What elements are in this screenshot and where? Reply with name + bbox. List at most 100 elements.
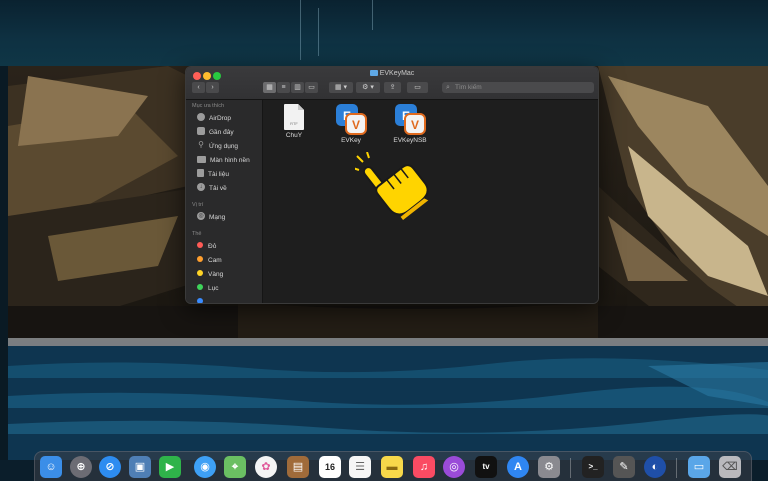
action-menu-button[interactable]: ⚙ ▾ xyxy=(356,82,380,93)
file-extension: RTF xyxy=(290,121,298,126)
sidebar-item-label: Màn hình nền xyxy=(210,157,250,164)
sidebar-item-label: Ứng dụng xyxy=(209,143,239,150)
group-menu-button[interactable]: ▦ ▾ xyxy=(329,82,353,93)
facetime-icon[interactable]: ▶ xyxy=(159,456,181,478)
tags-button[interactable]: ▭ xyxy=(407,82,428,93)
search-placeholder: Tìm kiếm xyxy=(455,84,482,91)
sidebar-item-tag-green[interactable]: Lục xyxy=(197,283,218,294)
svg-text:V: V xyxy=(411,118,419,132)
sidebar-item-network[interactable]: ◎ Mạng xyxy=(197,212,225,223)
sidebar-item-desktop[interactable]: Màn hình nền xyxy=(197,155,250,166)
evkeynsb-app-icon: E V xyxy=(394,103,426,135)
sidebar-item-label: Đỏ xyxy=(208,243,217,250)
sidebar-item-documents[interactable]: Tài liệu xyxy=(197,169,229,180)
sidebar-item-label: Cam xyxy=(208,257,222,264)
launchpad-icon[interactable]: ⊕ xyxy=(70,456,92,478)
evkey-app-icon: E V xyxy=(335,103,367,135)
sidebar-item-applications[interactable]: ⚲ Ứng dụng xyxy=(197,141,238,152)
folder-icon xyxy=(369,70,378,77)
blue-tag-icon xyxy=(197,298,203,303)
apple-tv-icon[interactable]: tv xyxy=(475,456,497,478)
finder-sidebar: Mục ưa thích AirDrop Gần đây ⚲ Ứng dụng M… xyxy=(186,100,263,303)
sidebar-item-recents[interactable]: Gần đây xyxy=(197,127,234,138)
preview-icon[interactable]: ▣ xyxy=(129,456,151,478)
calendar-icon[interactable]: 16 xyxy=(319,456,341,478)
sidebar-header-locations: Vị trí xyxy=(192,202,204,208)
sidebar-item-tag-red[interactable]: Đỏ xyxy=(197,241,216,252)
forward-button[interactable]: › xyxy=(206,82,219,93)
notes-icon[interactable]: ▬ xyxy=(381,456,403,478)
documents-icon xyxy=(197,169,204,178)
sidebar-item-label: Tải về xyxy=(209,185,227,192)
svg-text:V: V xyxy=(352,118,360,132)
downloads-icon: ↓ xyxy=(197,183,205,192)
back-button[interactable]: ‹ xyxy=(192,82,205,93)
dock: ☺ ⊕ ⊘ ▣ ▶ ◉ ⌖ ✿ ▤ 16 ☰ ▬ ♫ ◎ tv A ⚙ >_ ✎… xyxy=(34,451,752,481)
notes-brown-icon[interactable]: ▤ xyxy=(287,456,309,478)
photos-icon[interactable]: ✿ xyxy=(255,456,277,478)
sidebar-item-tag-yellow[interactable]: Vàng xyxy=(197,269,223,280)
sidebar-item-downloads[interactable]: ↓ Tải về xyxy=(197,183,227,194)
file-item-chuy[interactable]: RTF ChuY xyxy=(269,104,319,139)
terminal-icon[interactable]: >_ xyxy=(582,456,604,478)
streak xyxy=(318,8,319,56)
list-view-button[interactable]: ≡ xyxy=(277,82,290,93)
dock-separator xyxy=(570,458,571,478)
gallery-view-button[interactable]: ▭ xyxy=(305,82,318,93)
column-view-button[interactable]: ▥ xyxy=(291,82,304,93)
sidebar-item-airdrop[interactable]: AirDrop xyxy=(197,113,231,124)
calendar-day: 16 xyxy=(324,462,335,472)
script-editor-icon[interactable]: ✎ xyxy=(613,456,635,478)
downloads-folder-icon[interactable]: ▭ xyxy=(688,456,710,478)
applications-icon: ⚲ xyxy=(198,140,204,150)
sidebar-item-label: Tài liệu xyxy=(208,171,229,178)
search-input[interactable]: ⌕ Tìm kiếm xyxy=(442,82,594,93)
sidebar-item-label: Vàng xyxy=(208,271,224,278)
red-tag-icon xyxy=(197,242,203,249)
system-preferences-icon[interactable]: ⚙ xyxy=(538,456,560,478)
desktop-icon xyxy=(197,155,206,163)
sidebar-item-label: Mạng xyxy=(209,214,226,221)
trash-icon[interactable]: ⌫ xyxy=(719,456,741,478)
file-item-evkeynsb[interactable]: E V EVKeyNSB xyxy=(385,103,435,144)
green-tag-icon xyxy=(197,284,203,291)
file-name: EVKey xyxy=(341,137,361,144)
file-name: ChuY xyxy=(285,132,303,139)
podcasts-icon[interactable]: ◎ xyxy=(443,456,465,478)
window-title: EVKeyMac xyxy=(186,70,598,77)
icon-view-button[interactable]: ▦ xyxy=(263,82,276,93)
airdrop-icon xyxy=(197,113,205,122)
sidebar-item-label: Gần đây xyxy=(209,129,234,136)
sidebar-item-tag-orange[interactable]: Cam xyxy=(197,255,222,266)
file-item-evkey[interactable]: E V EVKey xyxy=(326,103,376,144)
pointing-hand-cursor-icon xyxy=(352,151,435,227)
network-icon: ◎ xyxy=(197,212,205,221)
file-name: EVKeyNSB xyxy=(393,137,427,144)
sidebar-item-tag-blue[interactable] xyxy=(197,297,208,303)
streak xyxy=(300,0,301,60)
left-edge xyxy=(0,66,8,460)
reminders-icon[interactable]: ☰ xyxy=(349,456,371,478)
recents-icon xyxy=(197,127,205,136)
orange-tag-icon xyxy=(197,256,203,263)
finder-icon[interactable]: ☺ xyxy=(40,456,62,478)
safari-icon[interactable]: ⊘ xyxy=(99,456,121,478)
music-icon[interactable]: ♫ xyxy=(413,456,435,478)
sidebar-item-label: Lục xyxy=(208,285,219,292)
search-icon: ⌕ xyxy=(446,84,450,91)
top-band xyxy=(0,0,768,66)
dock-separator xyxy=(676,458,677,478)
sidebar-header-favorites: Mục ưa thích xyxy=(192,103,225,109)
browser-icon[interactable]: ◐ xyxy=(644,456,666,478)
window-title-text: EVKeyMac xyxy=(379,70,415,77)
yellow-tag-icon xyxy=(197,270,203,277)
streak xyxy=(372,0,373,30)
maps-icon[interactable]: ⌖ xyxy=(224,456,246,478)
share-button[interactable]: ⇪ xyxy=(384,82,401,93)
document-icon: RTF xyxy=(284,104,304,130)
finder-toolbar: EVKeyMac ‹ › ▦ ≡ ▥ ▭ ▦ ▾ ⚙ ▾ ⇪ ▭ ⌕ Tìm k… xyxy=(186,67,598,100)
sidebar-item-label: AirDrop xyxy=(209,115,232,122)
sidebar-header-tags: Thẻ xyxy=(192,231,202,237)
app-store-icon[interactable]: A xyxy=(507,456,529,478)
messages-icon[interactable]: ◉ xyxy=(194,456,216,478)
